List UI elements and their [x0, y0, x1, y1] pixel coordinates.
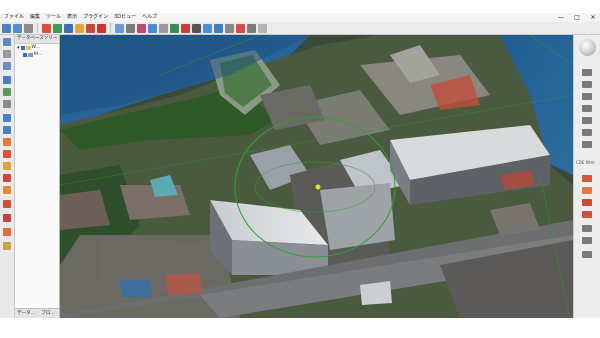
height-icon[interactable]: [582, 129, 592, 136]
more-icon[interactable]: [258, 23, 267, 33]
area-icon[interactable]: [582, 117, 592, 124]
page-bottom-margin: [0, 318, 600, 338]
normal-icon[interactable]: [203, 23, 212, 33]
points-icon[interactable]: [115, 23, 124, 33]
plane-icon[interactable]: [236, 23, 245, 33]
compute-icon[interactable]: [225, 23, 234, 33]
right-view-icon[interactable]: [3, 162, 11, 170]
application-window: ファイル 編集 ツール 表示 プラグイン 3Dビュー ヘルプ — □ ✕ データ…: [0, 13, 600, 318]
pick-center-icon[interactable]: [3, 62, 11, 70]
polyline-icon[interactable]: [582, 105, 592, 112]
tree-item[interactable]: ▾ W...: [15, 44, 59, 51]
minimize-button[interactable]: —: [556, 13, 566, 22]
cloud-icon[interactable]: [64, 23, 73, 33]
cde-filter-label: CDE filter: [576, 160, 595, 165]
bottom-view-icon[interactable]: [3, 174, 11, 182]
menu-plugins[interactable]: プラグイン: [83, 13, 108, 22]
rotation-center-point: [315, 184, 321, 190]
layers-icon[interactable]: [3, 50, 11, 58]
color-icon[interactable]: [582, 175, 592, 182]
point-cloud-render: [60, 35, 573, 318]
right-toolbar: CDE filter: [573, 35, 600, 318]
merge-icon[interactable]: [75, 23, 84, 33]
folder-icon: [25, 45, 31, 50]
expand-icon[interactable]: ▾: [17, 45, 20, 51]
scalar-icon[interactable]: [181, 23, 190, 33]
tree-item[interactable]: M...: [15, 51, 59, 58]
maximize-button[interactable]: □: [572, 13, 582, 22]
toolbar-separator: [37, 23, 38, 33]
settings-icon[interactable]: [24, 23, 33, 33]
window-controls: — □ ✕: [556, 13, 598, 22]
view-point-icon[interactable]: [3, 88, 11, 96]
view-toolbar: [0, 35, 15, 318]
x-close-icon[interactable]: [97, 23, 106, 33]
menu-3d-view[interactable]: 3Dビュー: [114, 13, 136, 22]
top-view-icon[interactable]: [3, 114, 11, 122]
3d-viewport[interactable]: [60, 35, 573, 318]
distance-icon[interactable]: [214, 23, 223, 33]
export-icon[interactable]: [582, 225, 592, 232]
back-view-icon[interactable]: [3, 150, 11, 158]
translate-icon[interactable]: [148, 23, 157, 33]
tab-properties[interactable]: プロ...: [37, 309, 59, 318]
clone-icon[interactable]: [86, 23, 95, 33]
view-navigation-icon[interactable]: [579, 39, 596, 56]
scalar-field-icon[interactable]: [582, 187, 592, 194]
panel-tabs: データ... プロ...: [15, 308, 59, 318]
sun-icon[interactable]: [3, 242, 11, 250]
segment-icon[interactable]: [137, 23, 146, 33]
camera-icon[interactable]: [582, 69, 592, 76]
label-icon[interactable]: [582, 93, 592, 100]
menu-bar: ファイル 編集 ツール 表示 プラグイン 3Dビュー ヘルプ — □ ✕: [0, 13, 600, 22]
save-icon[interactable]: [13, 23, 22, 33]
tab-database[interactable]: データ...: [15, 309, 37, 318]
open-icon[interactable]: [2, 23, 11, 33]
close-button[interactable]: ✕: [588, 13, 598, 22]
cloud-icon: [28, 52, 33, 57]
sample-icon[interactable]: [126, 23, 135, 33]
panel-title: データベースツリー: [15, 35, 59, 44]
zoom-icon[interactable]: [3, 76, 11, 84]
delete-icon[interactable]: [42, 23, 51, 33]
frame-icon[interactable]: [3, 38, 11, 46]
menu-file[interactable]: ファイル: [4, 13, 24, 22]
iso-back-view-icon[interactable]: [3, 200, 11, 208]
checkbox-icon[interactable]: [23, 52, 27, 57]
menu-view[interactable]: 表示: [67, 13, 77, 22]
menu-tools[interactable]: ツール: [46, 13, 61, 22]
ruler-icon[interactable]: [582, 81, 592, 88]
more-tools-icon[interactable]: [582, 251, 592, 258]
section-icon[interactable]: [247, 23, 256, 33]
grid-icon[interactable]: [159, 23, 168, 33]
palette-icon[interactable]: [582, 199, 592, 206]
mesh-icon[interactable]: [170, 23, 179, 33]
tree-item-label: W...: [31, 45, 40, 50]
left-view-icon[interactable]: [3, 138, 11, 146]
main-toolbar: [0, 22, 600, 35]
checkbox-icon[interactable]: [20, 45, 25, 50]
menu-edit[interactable]: 編集: [30, 13, 40, 22]
front-view-icon[interactable]: [3, 126, 11, 134]
menu-help[interactable]: ヘルプ: [142, 13, 157, 22]
add-icon[interactable]: [53, 23, 62, 33]
filter-icon[interactable]: [192, 23, 201, 33]
toolbar-separator: [110, 23, 111, 33]
light-icon[interactable]: [3, 228, 11, 236]
measure-icon[interactable]: [3, 100, 11, 108]
tree-item-label: M...: [34, 52, 43, 57]
perspective-icon[interactable]: [3, 214, 11, 222]
iso-view-icon[interactable]: [3, 186, 11, 194]
clip-icon[interactable]: [582, 237, 592, 244]
shading-icon[interactable]: [582, 211, 592, 218]
db-tree-panel: データベースツリー ▾ W... M...: [15, 35, 60, 318]
angle-icon[interactable]: [582, 141, 592, 148]
